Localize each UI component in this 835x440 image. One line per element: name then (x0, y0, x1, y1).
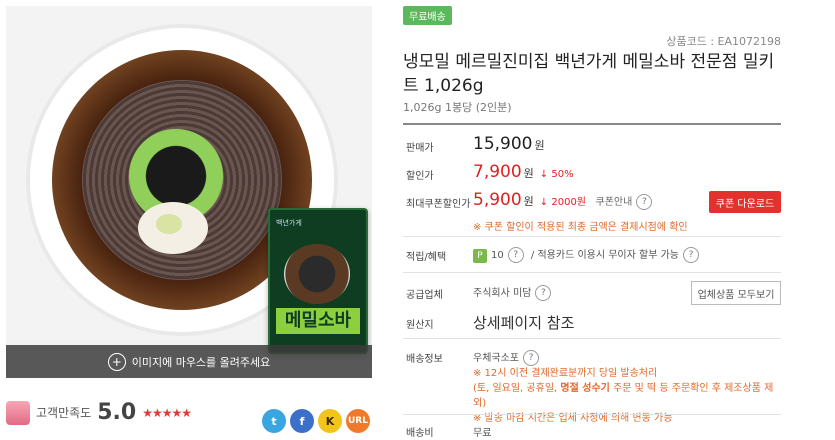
shipping-label: 배송정보 (406, 354, 443, 365)
benefit-value: P 10? / 적용카드 이용시 무이자 할부 가능? (473, 246, 699, 263)
product-photo[interactable]: 백년가게 메밀소바 (6, 6, 372, 378)
divider (403, 236, 781, 237)
help-icon[interactable]: ? (535, 285, 552, 301)
divider (403, 338, 781, 339)
help-icon[interactable]: ? (523, 350, 539, 366)
plus-circle-icon: + (107, 352, 126, 371)
coupon-amount: ↓ 2000원 (539, 197, 587, 208)
rating-stars: ★★★★★ (142, 405, 192, 420)
currency-unit: 원 (523, 195, 534, 208)
wasabi-image (156, 214, 182, 234)
currency-unit: 원 (534, 139, 545, 152)
url-share-button[interactable]: URL (346, 409, 370, 433)
product-subtitle: 1,026g 1봉당 (2인분) (403, 101, 512, 114)
supplier-products-button[interactable]: 업체상품 모두보기 (691, 281, 781, 305)
help-icon[interactable]: ? (636, 194, 653, 210)
rating-label: 고객만족도 (36, 406, 92, 420)
hover-hint-text: 이미지에 마우스를 올려주세요 (131, 355, 271, 369)
rating-score: 5.0 (97, 400, 137, 425)
sale-price-amount: 15,900 (473, 134, 533, 154)
package-bowl (284, 244, 350, 304)
discount-rate: ↓ 50% (539, 169, 574, 180)
supplier-value: 주식회사 미담? (473, 284, 552, 301)
discount-price-amount: 7,900 (473, 162, 522, 182)
coupon-price-amount: 5,900 (473, 190, 522, 210)
currency-unit: 원 (523, 167, 534, 180)
coupon-notice: ※ 쿠폰 할인이 적용된 최종 금액은 결제시점에 확인 (473, 222, 688, 233)
coupon-info-link[interactable]: 쿠폰안내 (596, 197, 633, 208)
free-shipping-badge: 무료배송 (403, 6, 452, 25)
package-title: 메밀소바 (276, 308, 360, 334)
points-icon: P (473, 249, 487, 263)
divider (403, 123, 781, 125)
share-buttons: t f K URL (262, 409, 370, 433)
facebook-share-button[interactable]: f (290, 409, 314, 433)
package-image: 백년가게 메밀소바 (268, 208, 368, 354)
image-hover-hint[interactable]: + 이미지에 마우스를 올려주세요 (6, 345, 372, 378)
fee-label: 배송비 (406, 428, 434, 439)
origin-label: 원산지 (406, 320, 434, 331)
shipping-note-2: (토, 일요일, 공휴일, 명절 성수기 주문 및 떡 등 주문확인 후 제조상… (473, 381, 778, 411)
shipping-method: 우체국소포 (473, 353, 519, 364)
coupon-download-button[interactable]: 쿠폰 다운로드 (709, 191, 781, 213)
shipping-note-1: ※ 12시 이전 결제완료분까지 당일 발송처리 (473, 368, 658, 379)
product-title: 냉모밀 메르밀진미집 백년가게 메밀소바 전문점 밀키트 1,026g (403, 52, 775, 96)
shipping-method-line: 우체국소포? (473, 350, 778, 366)
satisfaction-rating: 고객만족도 5.0 ★★★★★ (6, 400, 192, 425)
coupon-price-value: 5,900 원 ↓ 2000원 쿠폰안내? (473, 190, 653, 210)
points-value: 10 (491, 250, 504, 261)
help-icon[interactable]: ? (683, 247, 699, 263)
sale-price-value: 15,900 원 (473, 134, 545, 154)
supplier-label: 공급업체 (406, 290, 443, 301)
package-brand: 백년가게 (276, 219, 302, 227)
card-benefit-text: / 적용카드 이용시 무이자 할부 가능 (530, 250, 679, 261)
divider (403, 272, 781, 273)
divider (403, 414, 781, 415)
benefit-label: 적립/혜택 (406, 252, 447, 263)
sale-price-label: 판매가 (406, 143, 434, 154)
coupon-price-label: 최대쿠폰할인가 (406, 199, 471, 210)
thumbs-up-icon (6, 400, 30, 425)
origin-value: 상세페이지 참조 (473, 314, 575, 332)
shipping-note-2a: (토, 일요일, 공휴일, (473, 383, 561, 394)
kakao-share-button[interactable]: K (318, 409, 342, 433)
product-code: 상품코드 : EA1072198 (666, 35, 781, 48)
twitter-share-button[interactable]: t (262, 409, 286, 433)
supplier-name: 주식회사 미담 (473, 288, 532, 299)
help-icon[interactable]: ? (507, 247, 524, 263)
discount-price-label: 할인가 (406, 171, 434, 182)
shipping-note-2b: 명절 성수기 (560, 383, 610, 394)
product-gallery: 백년가게 메밀소바 + 이미지에 마우스를 올려주세요 고객만족도 5.0 ★★… (0, 0, 378, 440)
discount-price-value: 7,900 원 ↓ 50% (473, 162, 574, 182)
fee-value: 무료 (473, 428, 492, 439)
